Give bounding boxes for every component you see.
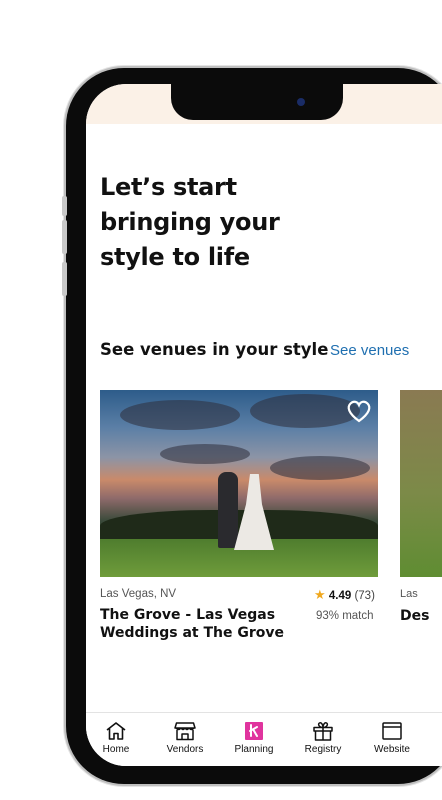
match-percentage: 93% match xyxy=(316,610,374,622)
planning-icon xyxy=(245,722,263,740)
star-icon: ★ xyxy=(314,587,326,602)
heart-icon[interactable] xyxy=(344,396,374,426)
venue-rating: ★ 4.49 (73) xyxy=(314,587,375,603)
rating-value: 4.49 xyxy=(328,590,352,602)
review-count: (73) xyxy=(354,590,375,602)
tab-label: Planning xyxy=(234,744,274,755)
bottom-tab-bar: Home Vendors Planning Registry Website xyxy=(86,712,442,766)
tab-registry[interactable]: Registry xyxy=(288,721,358,755)
tab-website[interactable]: Website xyxy=(357,721,427,755)
side-button xyxy=(62,220,67,254)
tab-vendors[interactable]: Vendors xyxy=(150,721,220,755)
venue-location: Las Vegas, NV xyxy=(100,588,177,600)
tab-planning[interactable]: Planning xyxy=(219,721,289,755)
tab-label: Home xyxy=(102,744,130,755)
tab-label: Vendors xyxy=(166,744,204,755)
storefront-icon xyxy=(174,722,196,741)
tab-home[interactable]: Home xyxy=(86,721,151,755)
venue-name[interactable]: The Grove - Las Vegas Weddings at The Gr… xyxy=(100,606,310,642)
home-icon xyxy=(106,722,126,740)
side-button xyxy=(62,196,67,216)
venue-photo[interactable] xyxy=(100,390,378,577)
tab-label: Registry xyxy=(304,744,342,755)
next-venue-name[interactable]: Des xyxy=(400,608,429,624)
side-button xyxy=(62,262,67,296)
gift-icon xyxy=(313,722,333,741)
phone-screen: Let’s start bringing your style to life … xyxy=(86,84,442,766)
section-heading: See venues in your style xyxy=(100,340,329,359)
page-title: Let’s start bringing your style to life xyxy=(100,173,280,271)
next-venue-photo[interactable] xyxy=(400,390,442,577)
tab-label: Website xyxy=(374,744,410,755)
browser-icon xyxy=(382,722,402,740)
next-venue-location: Las xyxy=(400,588,418,600)
camera-dot xyxy=(297,98,305,106)
see-venues-link[interactable]: See venues xyxy=(330,342,409,359)
notch xyxy=(171,84,343,120)
